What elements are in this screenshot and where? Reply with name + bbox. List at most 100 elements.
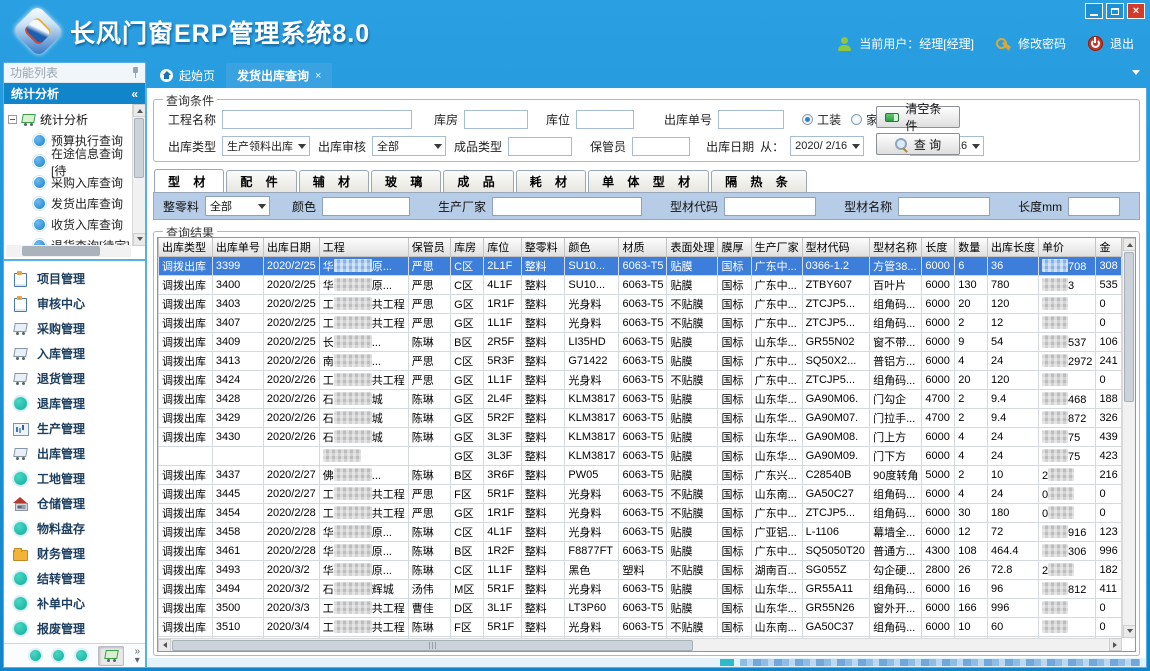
table-row[interactable]: 调拨出库34032020/2/25工共工程严思G区1R1F整料光身料6063-T… — [159, 295, 1122, 314]
cell[interactable]: KLM3817 — [565, 409, 619, 428]
cell[interactable]: G区 — [451, 428, 484, 447]
cell[interactable]: 不贴膜 — [667, 371, 718, 390]
cell[interactable]: 10 — [955, 618, 988, 637]
cell[interactable]: 6063-T5 — [619, 523, 667, 542]
cell[interactable]: 2 — [955, 466, 988, 485]
cell[interactable]: 996 — [1096, 542, 1122, 561]
cell[interactable]: 国标 — [718, 618, 751, 637]
cell[interactable]: 国标 — [718, 276, 751, 295]
tree-root[interactable]: 统计分析 — [8, 109, 131, 130]
cell[interactable]: 2020/2/25 — [263, 276, 319, 295]
cell[interactable]: GR55N02 — [802, 333, 870, 352]
cell[interactable]: 工共工程 — [319, 599, 408, 618]
cell[interactable]: 贴膜 — [667, 580, 718, 599]
profile-name-input[interactable] — [898, 197, 990, 216]
scroll-thumb[interactable] — [1124, 252, 1134, 402]
circle-icon[interactable] — [53, 650, 64, 661]
cell[interactable]: 5R1F — [484, 580, 521, 599]
cell[interactable]: 3403 — [212, 295, 263, 314]
cell[interactable]: 2972 — [1038, 352, 1095, 371]
cell[interactable]: KLM3817 — [565, 447, 619, 466]
outbound-type-select[interactable]: 生产领料出库 — [222, 136, 310, 156]
cell[interactable]: 2 — [1038, 466, 1095, 485]
cell[interactable] — [408, 447, 450, 466]
scroll-down-button[interactable] — [1123, 625, 1136, 638]
cell[interactable]: GA50C37 — [802, 618, 870, 637]
cell[interactable]: 6000 — [922, 314, 955, 333]
cell[interactable]: G区 — [451, 314, 484, 333]
cell[interactable]: 3454 — [212, 504, 263, 523]
cell[interactable]: C区 — [451, 523, 484, 542]
cell[interactable]: B区 — [451, 542, 484, 561]
cell[interactable]: 组角码... — [870, 314, 922, 333]
cell[interactable]: 华原... — [319, 523, 408, 542]
tab-shipment-outbound-query[interactable]: 发货出库查询 × — [226, 63, 332, 88]
cell[interactable]: 国标 — [718, 485, 751, 504]
cell[interactable]: 1L1F — [484, 561, 521, 580]
cell[interactable]: 6063-T5 — [619, 485, 667, 504]
table-row[interactable]: 调拨出库34072020/2/25工共工程严思G区1L1F整料光身料6063-T… — [159, 314, 1122, 333]
cell[interactable]: 贴膜 — [667, 409, 718, 428]
cell[interactable]: 贴膜 — [667, 542, 718, 561]
cell[interactable]: 4 — [955, 352, 988, 371]
cell[interactable]: D区 — [451, 599, 484, 618]
cell[interactable]: 整料 — [521, 599, 565, 618]
cell[interactable]: 调拨出库 — [159, 618, 213, 637]
cell[interactable]: 整料 — [521, 314, 565, 333]
cell[interactable]: 2020/2/26 — [263, 390, 319, 409]
table-row[interactable]: 调拨出库34092020/2/25长...陈琳B区2R5F整料LI35HD606… — [159, 333, 1122, 352]
table-row[interactable]: 调拨出库34242020/2/26工共工程严思G区1L1F整料光身料6063-T… — [159, 371, 1122, 390]
cell[interactable]: 6063-T5 — [619, 428, 667, 447]
cell[interactable]: 20 — [955, 371, 988, 390]
cell[interactable]: 0 — [1096, 618, 1122, 637]
cell[interactable]: 6000 — [922, 618, 955, 637]
close-button[interactable]: × — [1127, 3, 1145, 19]
cell[interactable]: 16 — [955, 580, 988, 599]
tree-horizontal-scrollbar[interactable] — [6, 245, 131, 257]
cell[interactable]: 6000 — [922, 447, 955, 466]
cell[interactable]: 曹佳 — [408, 599, 450, 618]
cell[interactable]: 120 — [987, 295, 1038, 314]
cell[interactable]: 3428 — [212, 390, 263, 409]
scroll-right-button[interactable] — [1109, 638, 1122, 651]
cell[interactable]: 3424 — [212, 371, 263, 390]
cell[interactable]: 方管38... — [870, 257, 922, 276]
cell[interactable]: 整料 — [521, 523, 565, 542]
cell[interactable]: G区 — [451, 371, 484, 390]
maker-input[interactable] — [492, 197, 642, 216]
cell[interactable]: 75 — [1038, 428, 1095, 447]
cell[interactable]: 6063-T5 — [619, 466, 667, 485]
cell[interactable]: ZTBY607 — [802, 276, 870, 295]
cell[interactable] — [159, 447, 213, 466]
cell[interactable]: 山东华... — [751, 580, 802, 599]
table-row[interactable]: 调拨出库35102020/3/4工共工程陈琳F区5R1F整料光身料6063-T5… — [159, 618, 1122, 637]
cell[interactable]: 严思 — [408, 276, 450, 295]
cell[interactable]: G区 — [451, 295, 484, 314]
cell[interactable]: 陈琳 — [408, 542, 450, 561]
column-header[interactable]: 整零料 — [521, 238, 565, 257]
cell[interactable]: 整料 — [521, 428, 565, 447]
scroll-down-button[interactable] — [133, 233, 145, 246]
cell[interactable]: 6063-T5 — [619, 542, 667, 561]
cell[interactable]: 108 — [955, 542, 988, 561]
cell[interactable]: 75 — [1038, 447, 1095, 466]
cell[interactable]: 塑料 — [619, 561, 667, 580]
cell[interactable]: LT3P60 — [565, 599, 619, 618]
cell[interactable]: 普铝方... — [870, 352, 922, 371]
outbound-audit-select[interactable]: 全部 — [372, 136, 446, 156]
cell[interactable]: 6000 — [922, 599, 955, 618]
cell[interactable]: 调拨出库 — [159, 523, 213, 542]
cell[interactable]: 0 — [1096, 504, 1122, 523]
cell[interactable]: KLM3817 — [565, 390, 619, 409]
cell[interactable]: SU10... — [565, 276, 619, 295]
cell[interactable]: 0 — [1096, 314, 1122, 333]
cell[interactable]: 国标 — [718, 390, 751, 409]
cell[interactable]: 2020/2/28 — [263, 504, 319, 523]
cell[interactable]: 72.8 — [987, 561, 1038, 580]
cell[interactable]: 4 — [955, 447, 988, 466]
cell[interactable]: 6063-T5 — [619, 276, 667, 295]
material-tab[interactable]: 单 体 型 材 — [588, 170, 709, 192]
table-row[interactable]: 调拨出库34612020/2/28华原...陈琳B区1R2F整料F8877FT6… — [159, 542, 1122, 561]
date-from-select[interactable]: 2020/ 2/16 — [790, 136, 864, 156]
cell[interactable]: 1R1F — [484, 504, 521, 523]
